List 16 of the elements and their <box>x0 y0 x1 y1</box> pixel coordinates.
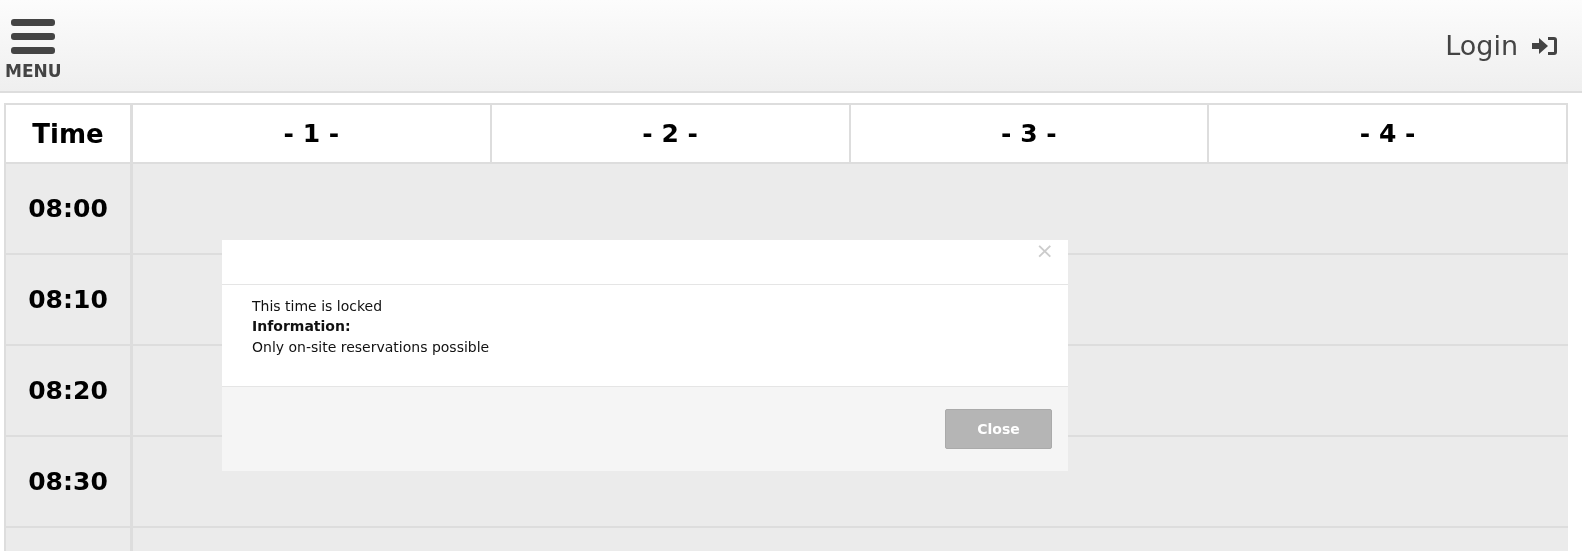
menu-button[interactable]: MENU <box>5 18 62 81</box>
dialog-text: Only on-site reservations possible <box>252 338 491 357</box>
time-cell: 08:00 <box>6 164 133 255</box>
column-header: - 1 - <box>133 105 492 164</box>
column-header: - 2 - <box>491 105 851 164</box>
time-cell: 08:30 <box>6 437 133 528</box>
dialog-text: This time is locked <box>252 297 384 316</box>
time-cell: 08:20 <box>6 346 133 437</box>
column-header: Time <box>6 105 133 164</box>
column-header: - 3 - <box>850 105 1210 164</box>
column-header: - 4 - <box>1209 105 1568 164</box>
time-cell: 08:10 <box>6 255 133 346</box>
sign-in-icon <box>1532 34 1558 57</box>
login-button[interactable]: Login <box>1445 30 1558 61</box>
dialog-text: Information: <box>252 317 352 336</box>
menu-icon <box>11 18 56 56</box>
